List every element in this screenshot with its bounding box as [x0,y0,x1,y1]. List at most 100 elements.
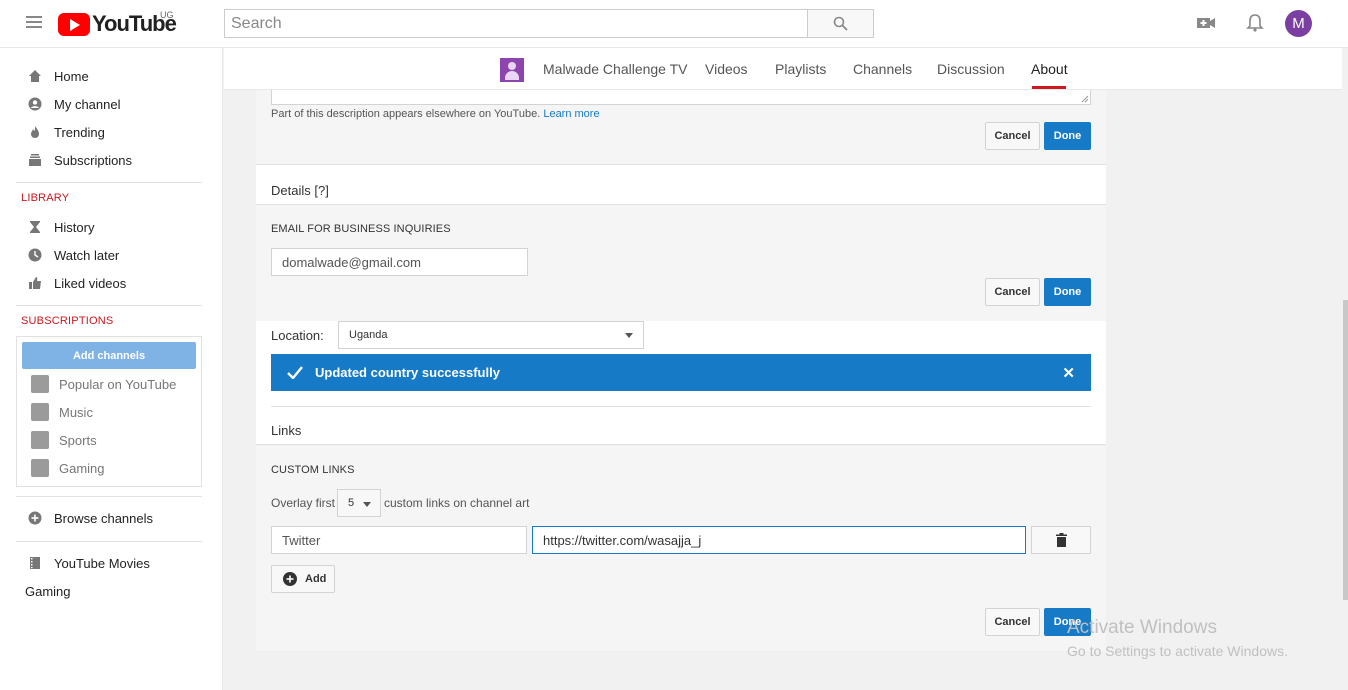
scrollbar-thumb[interactable] [1343,300,1348,600]
links-title[interactable]: Links [271,423,301,438]
description-done-button[interactable]: Done [1044,122,1091,150]
sub-item-sports[interactable]: Sports [31,426,97,454]
sidebar-item-label: Home [54,68,89,84]
tab-about[interactable]: About [1031,61,1068,77]
channel-avatar[interactable] [500,58,524,82]
links-cancel-button[interactable]: Cancel [985,608,1040,636]
guide-sidebar: Home My channel Trending Subscriptions L… [0,48,223,690]
sub-item-label: Gaming [59,460,105,476]
sidebar-item-home[interactable]: Home [0,62,223,90]
thumb-up-icon [28,276,42,290]
sidebar-divider [16,305,202,306]
sidebar-divider [16,496,202,497]
search-bar [224,9,874,38]
sports-channel-icon [31,431,49,449]
description-section: Part of this description appears elsewhe… [256,90,1106,164]
close-icon[interactable]: ✕ [1062,364,1075,382]
sidebar-item-label: Trending [54,124,105,140]
sidebar-item-label: Browse channels [54,510,153,526]
chevron-down-icon [363,502,371,507]
sidebar-item-liked-videos[interactable]: Liked videos [0,269,223,297]
overlay-suffix: custom links on channel art [384,496,530,510]
notifications-bell-icon[interactable] [1245,13,1265,33]
active-tab-indicator [1032,86,1066,89]
sub-item-label: Music [59,404,93,420]
tab-channels[interactable]: Channels [853,61,912,77]
section-divider [256,444,1106,445]
tab-discussion[interactable]: Discussion [937,61,1005,77]
sidebar-item-label: My channel [54,96,121,112]
subscriptions-box: Add channels Popular on YouTube Music Sp… [16,336,202,487]
subscriptions-heading: SUBSCRIPTIONS [21,315,114,327]
description-note-text: Part of this description appears elsewhe… [271,108,541,120]
sub-item-music[interactable]: Music [31,398,93,426]
details-title[interactable]: Details [?] [271,183,329,198]
description-textarea[interactable] [271,90,1091,105]
sidebar-item-trending[interactable]: Trending [0,118,223,146]
tab-videos[interactable]: Videos [705,61,748,77]
library-heading: LIBRARY [21,192,70,204]
overlay-count-select[interactable]: 5 [337,489,381,517]
add-link-button[interactable]: Add [271,565,335,593]
activate-windows-subtitle: Go to Settings to activate Windows. [1067,643,1288,659]
sidebar-item-label: YouTube Movies [54,555,150,571]
flame-icon [28,125,42,139]
youtube-logo[interactable]: YouTube [58,11,177,36]
links-section: CUSTOM LINKS Overlay first 5 custom link… [256,446,1106,651]
sub-item-label: Sports [59,432,97,448]
search-input[interactable] [224,9,808,38]
hourglass-icon [28,220,42,234]
channel-nav: Malwade Challenge TV Videos Playlists Ch… [224,48,1342,90]
film-icon [28,556,42,570]
music-channel-icon [31,403,49,421]
email-field[interactable] [271,248,528,276]
sidebar-item-label: Liked videos [54,275,127,291]
sidebar-item-history[interactable]: History [0,213,223,241]
channel-name[interactable]: Malwade Challenge TV [543,61,688,77]
location-select[interactable]: Uganda [338,321,644,349]
description-cancel-button[interactable]: Cancel [985,122,1040,150]
popular-channel-icon [31,375,49,393]
sidebar-item-gaming[interactable]: Gaming [0,577,223,605]
sidebar-item-my-channel[interactable]: My channel [0,90,223,118]
add-circle-icon [283,572,297,586]
search-button[interactable] [808,9,874,38]
sidebar-item-subscriptions[interactable]: Subscriptions [0,146,223,174]
sub-item-popular[interactable]: Popular on YouTube [31,370,176,398]
delete-link-button[interactable] [1031,526,1091,554]
sidebar-item-label: Subscriptions [54,152,133,168]
banner-message: Updated country successfully [315,365,500,380]
link-title-input[interactable] [271,526,527,554]
menu-icon[interactable] [26,16,42,30]
search-icon [833,16,848,31]
sidebar-divider [16,541,202,542]
upload-video-icon[interactable] [1196,13,1216,33]
trash-icon [1055,533,1067,547]
sidebar-item-youtube-movies[interactable]: YouTube Movies [0,549,223,577]
email-label: EMAIL FOR BUSINESS INQUIRIES [271,223,451,235]
link-url-input[interactable] [532,526,1026,554]
add-channels-button[interactable]: Add channels [22,342,196,369]
checkmark-icon [287,366,303,379]
account-icon [28,97,42,111]
email-done-button[interactable]: Done [1044,278,1091,306]
location-value: Uganda [349,329,388,341]
details-header: Details [?] [256,164,1106,205]
learn-more-link[interactable]: Learn more [543,108,599,120]
tab-playlists[interactable]: Playlists [775,61,826,77]
account-avatar[interactable]: M [1285,10,1312,37]
clock-icon [28,248,42,262]
email-cancel-button[interactable]: Cancel [985,278,1040,306]
subscriptions-icon [28,153,42,167]
overlay-prefix: Overlay first [271,496,336,510]
sub-item-gaming[interactable]: Gaming [31,454,105,482]
home-icon [28,69,42,83]
sidebar-item-label: Watch later [54,247,120,263]
country-code: UG [160,10,174,20]
sidebar-item-browse-channels[interactable]: Browse channels [0,504,223,532]
add-circle-icon [28,511,42,525]
sub-item-label: Popular on YouTube [59,376,177,392]
email-section: EMAIL FOR BUSINESS INQUIRIES [256,205,1106,321]
play-logo-icon [58,12,90,36]
sidebar-item-watch-later[interactable]: Watch later [0,241,223,269]
